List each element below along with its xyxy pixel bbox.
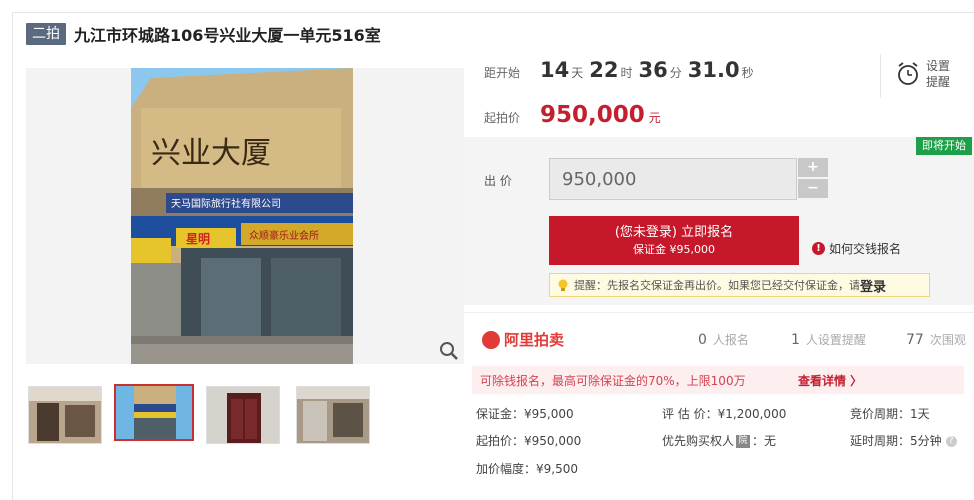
- thumbnail-2-image: [116, 386, 192, 439]
- alarm-clock-icon: [898, 62, 918, 85]
- start-price-label: 起拍价: [484, 111, 521, 125]
- priority-buyer-info: 优先购买权人院：无: [662, 432, 776, 449]
- countdown-seconds: 31.0: [687, 58, 740, 82]
- building-sign-text: 兴业大厦: [151, 136, 271, 171]
- countdown-days-unit: 天: [571, 66, 584, 80]
- countdown-minutes-unit: 分: [669, 66, 682, 80]
- bid-label: 出 价: [484, 174, 512, 188]
- thumbnail-1-image: [29, 387, 101, 443]
- zoom-icon[interactable]: [438, 340, 460, 362]
- brand-name: 阿里拍卖: [504, 331, 565, 349]
- start-price-info: 起拍价：¥950,000: [476, 434, 582, 448]
- shop-sign-2: 星明: [186, 232, 210, 246]
- lightbulb-icon: [558, 279, 568, 291]
- building-photo: 兴业大厦 天马国际旅行社有限公司 星明 众顺豪乐业会所: [131, 68, 353, 364]
- countdown-hours-unit: 时: [620, 66, 633, 80]
- priority-buyer-value: ：无: [752, 434, 777, 448]
- shop-sign-3: 众顺豪乐业会所: [249, 229, 319, 242]
- promo-details-link[interactable]: 查看详情 〉: [798, 372, 862, 389]
- thumbnail-4[interactable]: [296, 386, 370, 444]
- bid-panel: 即将开始 出 价 + − (您未登录) 立即报名 保证金 ¥95,000 ! 如…: [464, 137, 974, 305]
- thumbnail-4-image: [297, 387, 369, 443]
- thumbnail-2[interactable]: [114, 384, 194, 441]
- countdown: 距开始 14 天 22 时 36 分 31.0 秒: [484, 58, 760, 94]
- status-badge: 即将开始: [916, 137, 972, 155]
- auction-logo-icon: [482, 330, 500, 349]
- tip-text: 提醒：先报名交保证金再出价。如果您已经交付保证金，请: [574, 279, 860, 292]
- round-badge: 二拍: [26, 23, 66, 45]
- signup-count-label: 人报名: [712, 333, 749, 347]
- reminder-label: 设置提醒: [926, 59, 951, 89]
- countdown-minutes: 36: [638, 58, 668, 82]
- court-icon: 院: [736, 435, 751, 448]
- view-count: 77 次围观: [906, 331, 966, 348]
- info-icon: !: [812, 242, 825, 255]
- reminder-count-label: 人设置提醒: [805, 333, 866, 347]
- decrease-bid-button[interactable]: −: [798, 179, 828, 198]
- tip-box: 提醒：先报名交保证金再出价。如果您已经交付保证金，请 登录: [549, 273, 930, 297]
- stats-row: 阿里拍卖 0 人报名 1 人设置提醒 77 次围观: [464, 312, 974, 364]
- bid-stepper: + −: [798, 158, 828, 198]
- brand-logo: 阿里拍卖: [482, 329, 564, 350]
- thumbnail-3[interactable]: [206, 386, 280, 444]
- how-to-pay-link[interactable]: ! 如何交钱报名: [812, 240, 901, 257]
- thumbnail-1[interactable]: [28, 386, 102, 444]
- signup-count: 0 人报名: [698, 331, 749, 348]
- delay-cycle-info: 延时周期：5分钟?: [850, 432, 957, 449]
- priority-buyer-label: 优先购买权人: [662, 434, 735, 448]
- login-link[interactable]: 登录: [860, 276, 886, 295]
- deposit-info: 保证金：¥95,000: [476, 407, 574, 421]
- bid-input[interactable]: [549, 158, 797, 200]
- signup-button[interactable]: (您未登录) 立即报名 保证金 ¥95,000: [549, 216, 799, 265]
- set-reminder-button[interactable]: 设置提醒: [896, 58, 956, 90]
- thumbnail-3-image: [207, 387, 279, 443]
- reminder-count-value: 1: [791, 332, 800, 348]
- appraisal-info: 评 估 价：¥1,200,000: [662, 407, 787, 421]
- divider: [880, 54, 881, 98]
- signup-button-label: (您未登录) 立即报名: [614, 225, 734, 240]
- countdown-days: 14: [540, 58, 570, 82]
- how-to-pay-label: 如何交钱报名: [829, 242, 902, 256]
- increment-info: 加价幅度：¥9,500: [476, 462, 578, 476]
- start-price-unit: 元: [648, 111, 661, 125]
- title-row: 二拍 九江市环城路106号兴业大厦一单元516室: [26, 22, 381, 46]
- signup-count-value: 0: [698, 332, 707, 348]
- view-count-value: 77: [906, 332, 924, 348]
- main-image[interactable]: 兴业大厦 天马国际旅行社有限公司 星明 众顺豪乐业会所: [26, 68, 464, 364]
- increase-bid-button[interactable]: +: [798, 158, 828, 177]
- bidding-cycle-info: 竞价周期：1天: [850, 407, 930, 421]
- countdown-seconds-unit: 秒: [741, 66, 754, 80]
- promo-text: 可除钱报名，最高可除保证金的70%，上限100万: [480, 373, 746, 388]
- countdown-label: 距开始: [484, 66, 521, 80]
- help-icon[interactable]: ?: [945, 436, 957, 447]
- signup-deposit-label: 保证金 ¥95,000: [633, 243, 715, 256]
- start-price-value: 950,000: [540, 102, 645, 128]
- view-count-label: 次围观: [929, 333, 966, 347]
- item-title: 九江市环城路106号兴业大厦一单元516室: [74, 26, 381, 45]
- start-price-row: 起拍价 950,000 元: [484, 102, 661, 128]
- countdown-hours: 22: [589, 58, 619, 82]
- shop-sign-1: 天马国际旅行社有限公司: [171, 197, 281, 210]
- delay-cycle-label: 延时周期：5分钟: [850, 434, 942, 448]
- reminder-count: 1 人设置提醒: [791, 331, 866, 348]
- promo-banner: 可除钱报名，最高可除保证金的70%，上限100万 查看详情 〉: [472, 366, 964, 394]
